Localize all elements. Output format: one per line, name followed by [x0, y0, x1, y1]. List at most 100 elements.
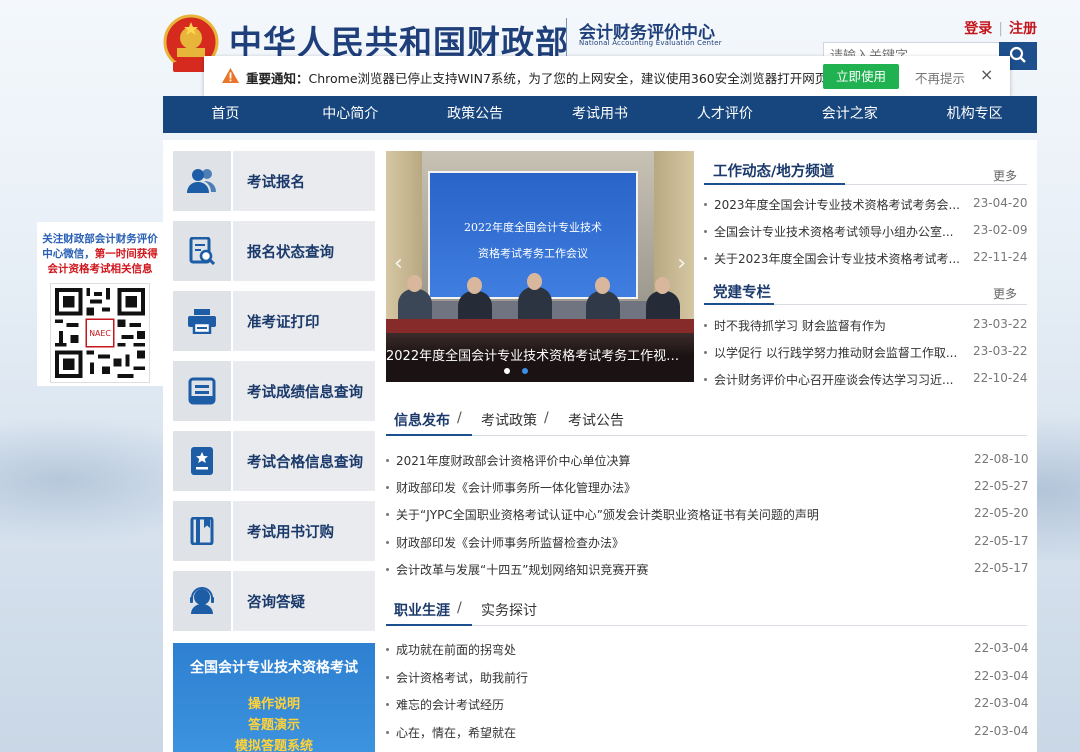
slide-dot-active[interactable] — [522, 368, 528, 374]
center-title-en: National Accounting Evaluation Center — [579, 39, 722, 47]
news-title[interactable]: 会计财务评价中心召开座谈会传达学习习近... — [704, 371, 964, 388]
slide-tablecloth — [386, 319, 694, 333]
news-title[interactable]: 财政部印发《会计师事务所一体化管理办法》 — [386, 479, 946, 496]
nav-talent[interactable]: 人才评价 — [662, 96, 787, 133]
news-title[interactable]: 会计改革与发展“十四五”规划网络知识竞赛开赛 — [386, 561, 946, 578]
main-content: 考试报名 报名状态查询 准考证打印 考试成绩信息查询 考试合格信息查询 考试用书… — [163, 140, 1037, 752]
sidebar-label: 考试成绩信息查询 — [247, 384, 363, 401]
users-icon — [173, 151, 233, 211]
news-title[interactable]: 2023年度全国会计专业技术资格考试考务会... — [704, 196, 964, 213]
login-link[interactable]: 登录 — [964, 21, 992, 37]
wechat-line1-red: 第一时间获得 — [94, 248, 158, 260]
dont-show-again-link[interactable]: 不再提示 — [915, 68, 965, 87]
bullet — [704, 257, 707, 260]
wechat-float: 关注财政部会计财务评价中心微信，第一时间获得 会计资格考试相关信息 NAEC — [37, 222, 163, 386]
news-date: 22-03-04 — [974, 696, 1029, 710]
news-title[interactable]: 成功就在前面的拐弯处 — [386, 641, 946, 658]
register-link[interactable]: 注册 — [1009, 21, 1037, 37]
info-tabs-underline-active — [386, 434, 472, 436]
slide-person-head — [655, 277, 670, 294]
wechat-qr-code[interactable]: NAEC — [50, 283, 150, 383]
book-order-button[interactable]: 考试用书订购 — [173, 501, 375, 561]
mock-exam-link[interactable]: 模拟答题系统 — [173, 735, 375, 752]
answer-demo-link[interactable]: 答题演示 — [173, 714, 375, 733]
career-tabs-underline-active — [386, 624, 472, 626]
book-icon — [173, 501, 233, 561]
news-title[interactable]: 难忘的会计考试经历 — [386, 696, 946, 713]
tab-separator: / — [544, 410, 549, 426]
chevron-left-icon[interactable]: ‹ — [394, 251, 403, 276]
nav-policy[interactable]: 政策公告 — [413, 96, 538, 133]
header-divider — [566, 18, 567, 60]
news-date: 23-04-20 — [973, 196, 1028, 210]
bullet — [704, 203, 707, 206]
tab-practice[interactable]: 实务探讨 — [481, 600, 537, 620]
news-row: 全国会计专业技术资格考试领导小组办公室... 23-02-09 — [704, 223, 1027, 239]
operation-guide-link[interactable]: 操作说明 — [173, 693, 375, 712]
admission-ticket-print-button[interactable]: 准考证打印 — [173, 291, 375, 351]
party-underline-active — [704, 303, 774, 305]
tab-exam-notice[interactable]: 考试公告 — [568, 410, 624, 430]
news-date: 22-03-04 — [974, 669, 1029, 683]
bullet — [386, 676, 389, 679]
work-news-more-link[interactable]: 更多 — [993, 167, 1017, 184]
close-icon[interactable]: × — [980, 65, 993, 84]
sidebar-label: 准考证打印 — [247, 314, 320, 331]
bullet — [386, 486, 389, 489]
nav-home[interactable]: 首页 — [163, 96, 288, 133]
status-search-icon — [173, 221, 233, 281]
slide-caption[interactable]: 2022年度全国会计专业技术资格考试考务工作视频会议 — [386, 345, 694, 364]
exam-system-box: 全国会计专业技术资格考试 操作说明 答题演示 模拟答题系统 — [173, 643, 375, 752]
tab-career[interactable]: 职业生涯 — [394, 600, 450, 620]
printer-icon — [173, 291, 233, 351]
sidebar-label: 咨询答疑 — [247, 594, 305, 611]
news-row: 2023年度全国会计专业技术资格考试考务会... 23-04-20 — [704, 196, 1027, 212]
wechat-line2: 会计资格考试相关信息 — [47, 263, 153, 275]
consult-qa-button[interactable]: 咨询答疑 — [173, 571, 375, 631]
qualification-query-button[interactable]: 考试合格信息查询 — [173, 431, 375, 491]
score-query-button[interactable]: 考试成绩信息查询 — [173, 361, 375, 421]
news-slider[interactable]: 2022年度全国会计专业技术 资格考试考务工作会议 2022年度全国会计专业技术… — [386, 151, 694, 382]
sidebar-label: 考试报名 — [247, 174, 305, 191]
use-now-button[interactable]: 立即使用 — [823, 64, 899, 89]
news-date: 22-03-04 — [974, 724, 1029, 738]
party-column-title[interactable]: 党建专栏 — [713, 281, 771, 302]
news-row: 会计改革与发展“十四五”规划网络知识竞赛开赛 22-05-17 — [386, 561, 1028, 578]
news-row: 以学促行 以行践学努力推动财会监督工作取... 23-03-22 — [704, 344, 1027, 360]
nav-about[interactable]: 中心简介 — [288, 96, 413, 133]
news-title[interactable]: 会计资格考试，助我前行 — [386, 669, 946, 686]
news-title[interactable]: 2021年度财政部会计资格评价中心单位决算 — [386, 452, 946, 469]
news-title[interactable]: 时不我待抓学习 财会监督有作为 — [704, 317, 964, 334]
notice-label: 重要通知： — [246, 71, 309, 86]
chevron-right-icon[interactable]: › — [677, 251, 686, 276]
nav-accountant-home[interactable]: 会计之家 — [787, 96, 912, 133]
news-row: 会计财务评价中心召开座谈会传达学习习近... 22-10-24 — [704, 371, 1027, 387]
news-date: 22-08-10 — [974, 452, 1029, 466]
news-title[interactable]: 心在，情在，希望就在 — [386, 724, 946, 741]
news-title[interactable]: 关于“JYPC全国职业资格考试认证中心”颁发会计类职业资格证书有关问题的声明 — [386, 506, 946, 523]
party-more-link[interactable]: 更多 — [993, 285, 1017, 302]
notice-message: 重要通知：Chrome浏览器已停止支持WIN7系统，为了您的上网安全，建议使用3… — [246, 68, 827, 87]
news-title[interactable]: 关于2023年度全国会计专业技术资格考试考... — [704, 250, 964, 267]
news-row: 时不我待抓学习 财会监督有作为 23-03-22 — [704, 317, 1027, 333]
auth-links: 登录 | 注册 — [964, 18, 1037, 38]
exam-registration-button[interactable]: 考试报名 — [173, 151, 375, 211]
slide-dot[interactable] — [504, 368, 510, 374]
bullet — [386, 541, 389, 544]
news-date: 22-11-24 — [973, 250, 1028, 264]
nav-books[interactable]: 考试用书 — [538, 96, 663, 133]
nav-institutions[interactable]: 机构专区 — [912, 96, 1037, 133]
tab-exam-policy[interactable]: 考试政策 — [481, 410, 537, 430]
bullet — [386, 648, 389, 651]
auth-separator: | — [998, 21, 1003, 37]
news-date: 23-02-09 — [973, 223, 1028, 237]
exam-system-title[interactable]: 全国会计专业技术资格考试 — [173, 657, 375, 677]
work-news-title[interactable]: 工作动态/地方频道 — [713, 160, 834, 181]
bullet — [386, 731, 389, 734]
news-title[interactable]: 全国会计专业技术资格考试领导小组办公室... — [704, 223, 964, 240]
registration-status-button[interactable]: 报名状态查询 — [173, 221, 375, 281]
tab-info-release[interactable]: 信息发布 — [394, 410, 450, 430]
news-title[interactable]: 以学促行 以行践学努力推动财会监督工作取... — [704, 344, 964, 361]
news-title[interactable]: 财政部印发《会计师事务所监督检查办法》 — [386, 534, 946, 551]
news-row: 2021年度财政部会计资格评价中心单位决算 22-08-10 — [386, 452, 1029, 469]
